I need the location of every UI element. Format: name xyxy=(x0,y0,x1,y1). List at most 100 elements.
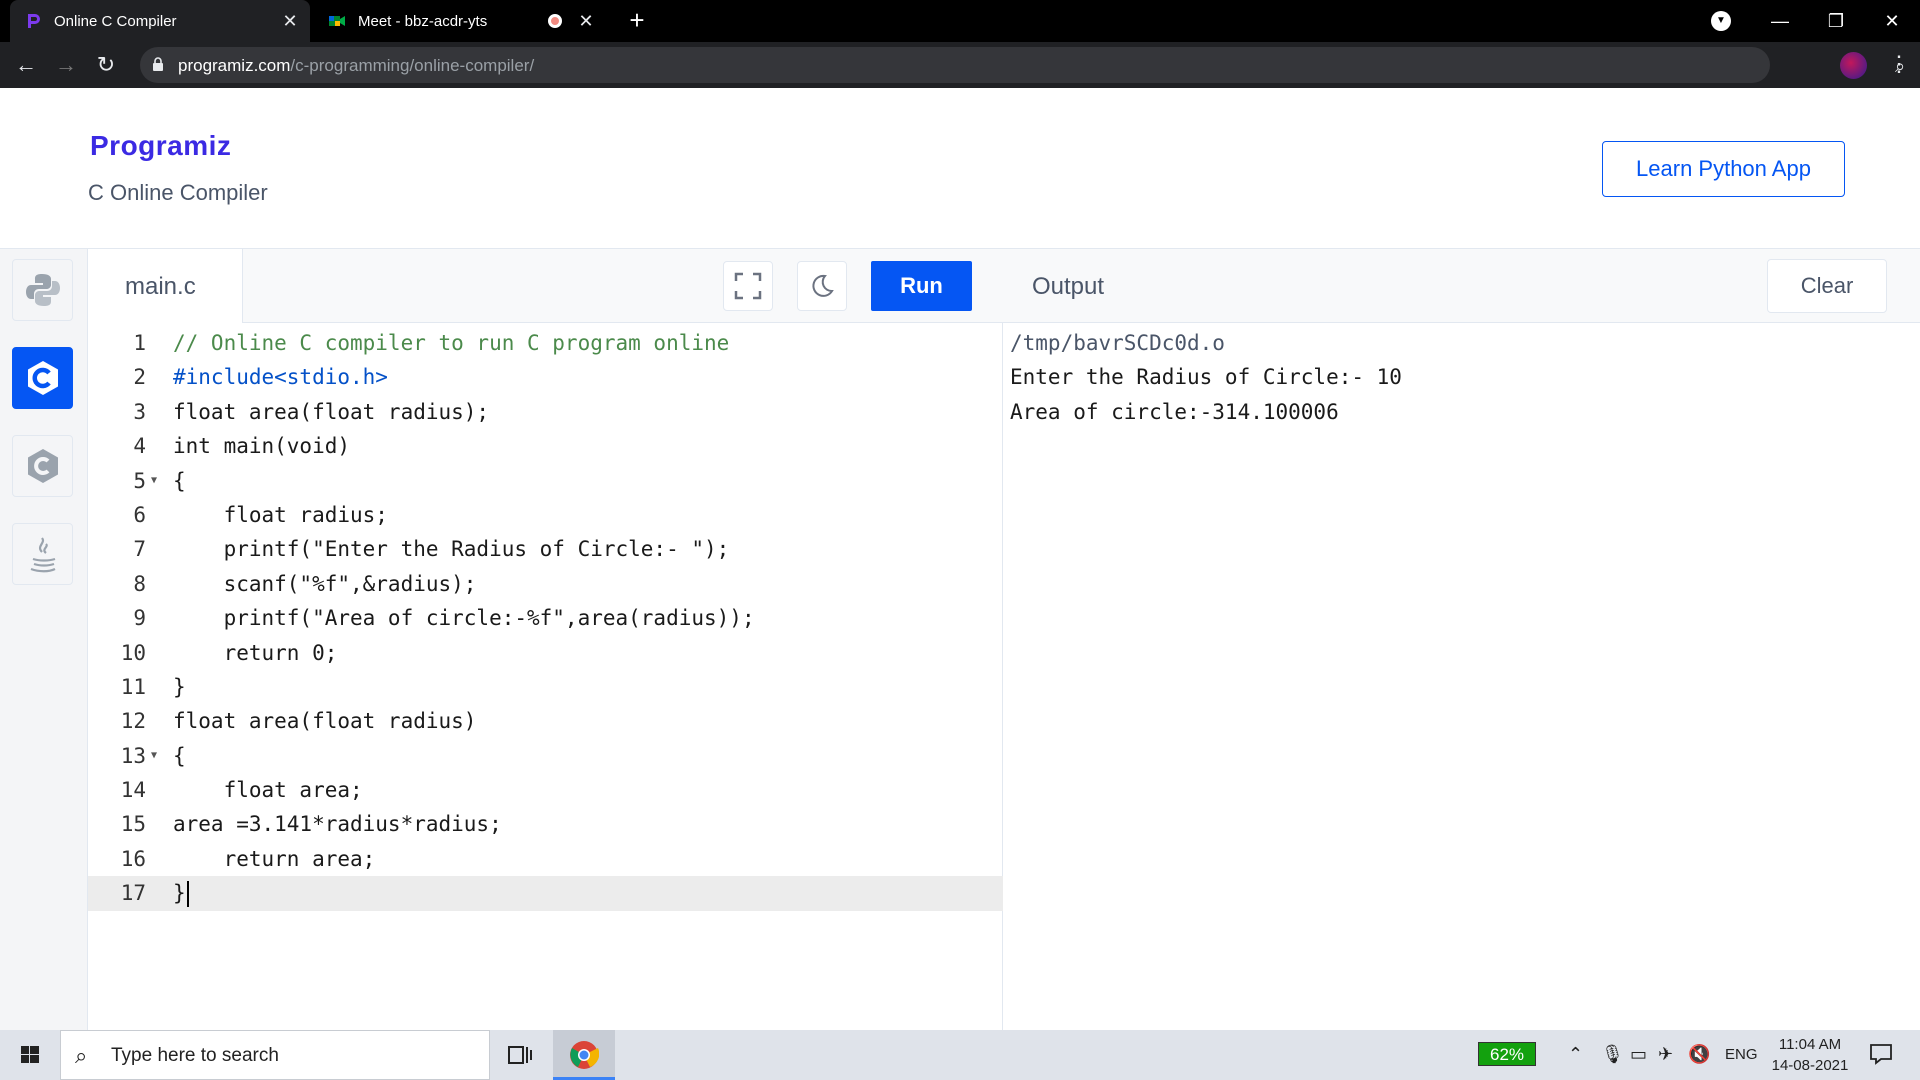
line-number: 14 xyxy=(120,778,146,803)
browser-menu-icon[interactable]: ⋮ xyxy=(1888,51,1910,77)
cpp-icon xyxy=(27,449,58,483)
code-line: 11} xyxy=(88,670,1003,704)
notifications-icon[interactable] xyxy=(1868,1042,1894,1066)
battery-icon[interactable]: ▭ xyxy=(1630,1044,1647,1065)
search-icon: ⌕ xyxy=(75,1043,88,1068)
code-text: int main(void) xyxy=(173,434,351,459)
output-line: Enter the Radius of Circle:- 10 xyxy=(1010,365,1402,390)
chrome-taskbar-button[interactable] xyxy=(553,1030,615,1080)
code-line: 14 float area; xyxy=(88,773,1003,807)
code-area[interactable]: 1 // Online C compiler to run C program o… xyxy=(88,326,1003,911)
url-text: programiz.com/c-programming/online-compi… xyxy=(178,56,535,75)
language-sidebar xyxy=(0,249,88,1030)
cpp-language-button[interactable] xyxy=(12,435,73,497)
line-number: 6 xyxy=(133,502,146,527)
fold-toggle-icon[interactable]: ▼ xyxy=(151,739,157,773)
code-line: 16 return area; xyxy=(88,842,1003,876)
code-text: printf("Area of circle:-%f",area(radius)… xyxy=(173,606,755,631)
code-line: 2 #include<stdio.h> xyxy=(88,360,1003,394)
learn-python-app-button[interactable]: Learn Python App xyxy=(1602,141,1845,197)
window-controls: — ❐ ✕ xyxy=(1752,0,1920,42)
python-language-button[interactable] xyxy=(12,259,73,321)
show-hidden-icons-icon[interactable]: ⌃ xyxy=(1568,1044,1583,1065)
tab-title: Meet - bbz-acdr-yts xyxy=(358,12,488,30)
code-text: area =3.141*radius*radius; xyxy=(173,812,502,837)
back-icon[interactable]: ← xyxy=(12,51,40,79)
minimize-icon[interactable]: — xyxy=(1752,11,1808,32)
taskbar-search-input[interactable]: ⌕ Type here to search xyxy=(60,1030,490,1080)
line-number: 11 xyxy=(120,674,146,699)
java-language-button[interactable] xyxy=(12,523,73,585)
battery-indicator[interactable]: 62% xyxy=(1478,1042,1536,1066)
task-view-icon[interactable] xyxy=(505,1042,535,1068)
code-line: 15 area =3.141*radius*radius; xyxy=(88,807,1003,841)
profile-avatar[interactable] xyxy=(1840,52,1867,79)
clear-button[interactable]: Clear xyxy=(1767,259,1887,313)
meet-favicon-icon xyxy=(328,12,346,30)
search-placeholder: Type here to search xyxy=(111,1045,279,1066)
code-text: scanf("%f",&radius); xyxy=(173,571,477,596)
tab-search-icon[interactable]: ▼ xyxy=(1711,11,1731,31)
close-tab-icon[interactable]: ✕ xyxy=(574,11,598,32)
fold-toggle-icon[interactable]: ▼ xyxy=(151,464,157,498)
code-text: float radius; xyxy=(173,502,388,527)
code-line: 10 return 0; xyxy=(88,636,1003,670)
code-text: float area; xyxy=(173,778,363,803)
close-window-icon[interactable]: ✕ xyxy=(1864,11,1920,32)
line-number: 7 xyxy=(133,537,146,562)
code-line: 6 float radius; xyxy=(88,498,1003,532)
programiz-logo[interactable]: Programiz xyxy=(90,130,231,162)
output-toolbar: Output Clear xyxy=(1003,249,1920,323)
airplane-mode-icon[interactable]: ✈ xyxy=(1658,1044,1673,1065)
dark-mode-button[interactable] xyxy=(797,261,847,311)
microphone-icon[interactable]: 🎙 xyxy=(1601,1044,1624,1065)
tab-meet[interactable]: Meet - bbz-acdr-yts ✕ xyxy=(316,0,606,42)
run-button[interactable]: Run xyxy=(871,261,972,311)
fullscreen-button[interactable] xyxy=(723,261,773,311)
code-text: float area(float radius); xyxy=(173,399,490,424)
code-line: 1 // Online C compiler to run C program o… xyxy=(88,326,1003,360)
java-icon xyxy=(30,537,55,573)
c-language-button[interactable] xyxy=(12,347,73,409)
forward-icon[interactable]: → xyxy=(52,51,80,79)
code-text: return 0; xyxy=(173,640,338,665)
output-panel: Output Clear /tmp/bavrSCDc0d.o Enter the … xyxy=(1003,249,1920,1030)
address-bar[interactable]: programiz.com/c-programming/online-compi… xyxy=(140,47,1905,83)
browser-toolbar: ← → ↻ programiz.com/c-programming/online… xyxy=(0,42,1920,88)
code-text: printf("Enter the Radius of Circle:- "); xyxy=(173,537,730,562)
code-line-current: 17} xyxy=(88,876,1003,911)
restore-icon[interactable]: ❐ xyxy=(1808,11,1864,32)
tab-online-c-compiler[interactable]: Online C Compiler ✕ xyxy=(10,0,310,42)
clock[interactable]: 11:04 AM 14-08-2021 xyxy=(1765,1034,1855,1076)
windows-taskbar: ⌕ Type here to search 62% ⌃ 🎙 ▭ ✈ 🔇 ENG … xyxy=(0,1030,1920,1080)
windows-start-icon[interactable] xyxy=(10,1040,50,1070)
output-console[interactable]: /tmp/bavrSCDc0d.o Enter the Radius of Cir… xyxy=(1010,326,1402,429)
code-text: } xyxy=(173,674,186,699)
python-icon xyxy=(25,274,60,306)
volume-muted-icon[interactable]: 🔇 xyxy=(1688,1044,1710,1065)
line-number: 2 xyxy=(133,365,146,390)
output-line: Area of circle:-314.100006 xyxy=(1010,399,1339,424)
code-text: // Online C compiler to run C program on… xyxy=(173,331,730,355)
input-language[interactable]: ENG xyxy=(1725,1046,1758,1063)
file-tab-main-c[interactable]: main.c xyxy=(88,249,243,323)
output-line: /tmp/bavrSCDc0d.o xyxy=(1010,331,1225,355)
line-number: 16 xyxy=(120,846,146,871)
new-tab-icon[interactable]: + xyxy=(624,7,650,34)
code-line: 5 ▼ { xyxy=(88,464,1003,498)
line-number: 4 xyxy=(133,434,146,459)
output-title: Output xyxy=(1032,273,1105,300)
line-number: 8 xyxy=(133,571,146,596)
clock-date: 14-08-2021 xyxy=(1771,1057,1849,1074)
code-line: 7 printf("Enter the Radius of Circle:- "… xyxy=(88,532,1003,566)
text-cursor xyxy=(186,881,189,908)
code-line: 4 int main(void) xyxy=(88,429,1003,463)
chrome-icon xyxy=(570,1041,600,1069)
moon-icon xyxy=(812,274,834,297)
code-editor-panel: main.c Run 1 // Online C compiler to run … xyxy=(88,249,1003,1030)
code-text: float area(float radius) xyxy=(173,709,477,734)
fullscreen-icon xyxy=(734,272,762,300)
reload-icon[interactable]: ↻ xyxy=(92,51,120,79)
page-content: Programiz C Online Compiler Learn Python… xyxy=(0,88,1920,1030)
close-tab-icon[interactable]: ✕ xyxy=(278,11,302,32)
